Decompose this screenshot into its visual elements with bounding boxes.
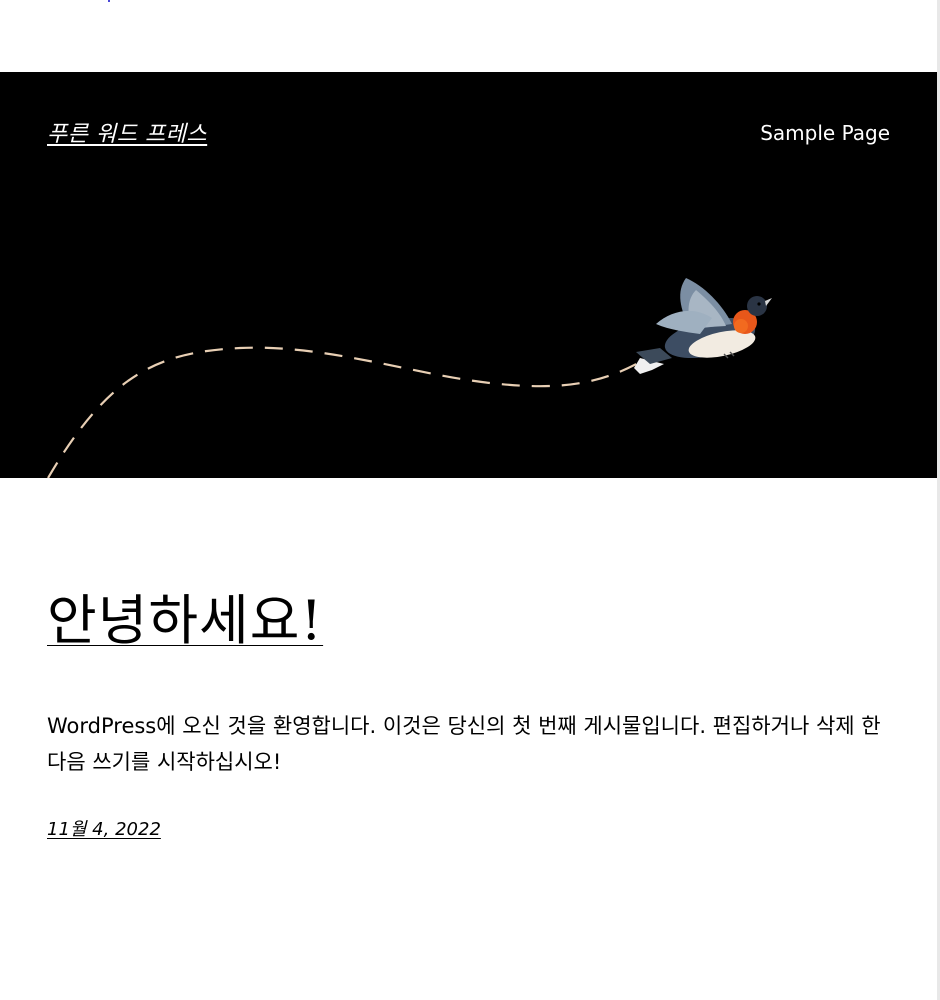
post-date-link[interactable]: 11월 4, 2022: [47, 815, 161, 841]
hero-illustration: [47, 278, 772, 478]
bird-icon: [634, 278, 772, 374]
top-dot: [108, 0, 110, 2]
page: 푸른 워드 프레스 Sample Page 안녕하세요! WordPress에 …: [0, 0, 940, 1000]
dashed-flight-path: [47, 346, 641, 478]
hero-header: 푸른 워드 프레스 Sample Page: [0, 72, 938, 478]
post-title-link[interactable]: 안녕하세요!: [47, 583, 323, 659]
post-body-text: WordPress에 오신 것을 환영합니다. 이것은 당신의 첫 번째 게시물…: [47, 714, 881, 774]
